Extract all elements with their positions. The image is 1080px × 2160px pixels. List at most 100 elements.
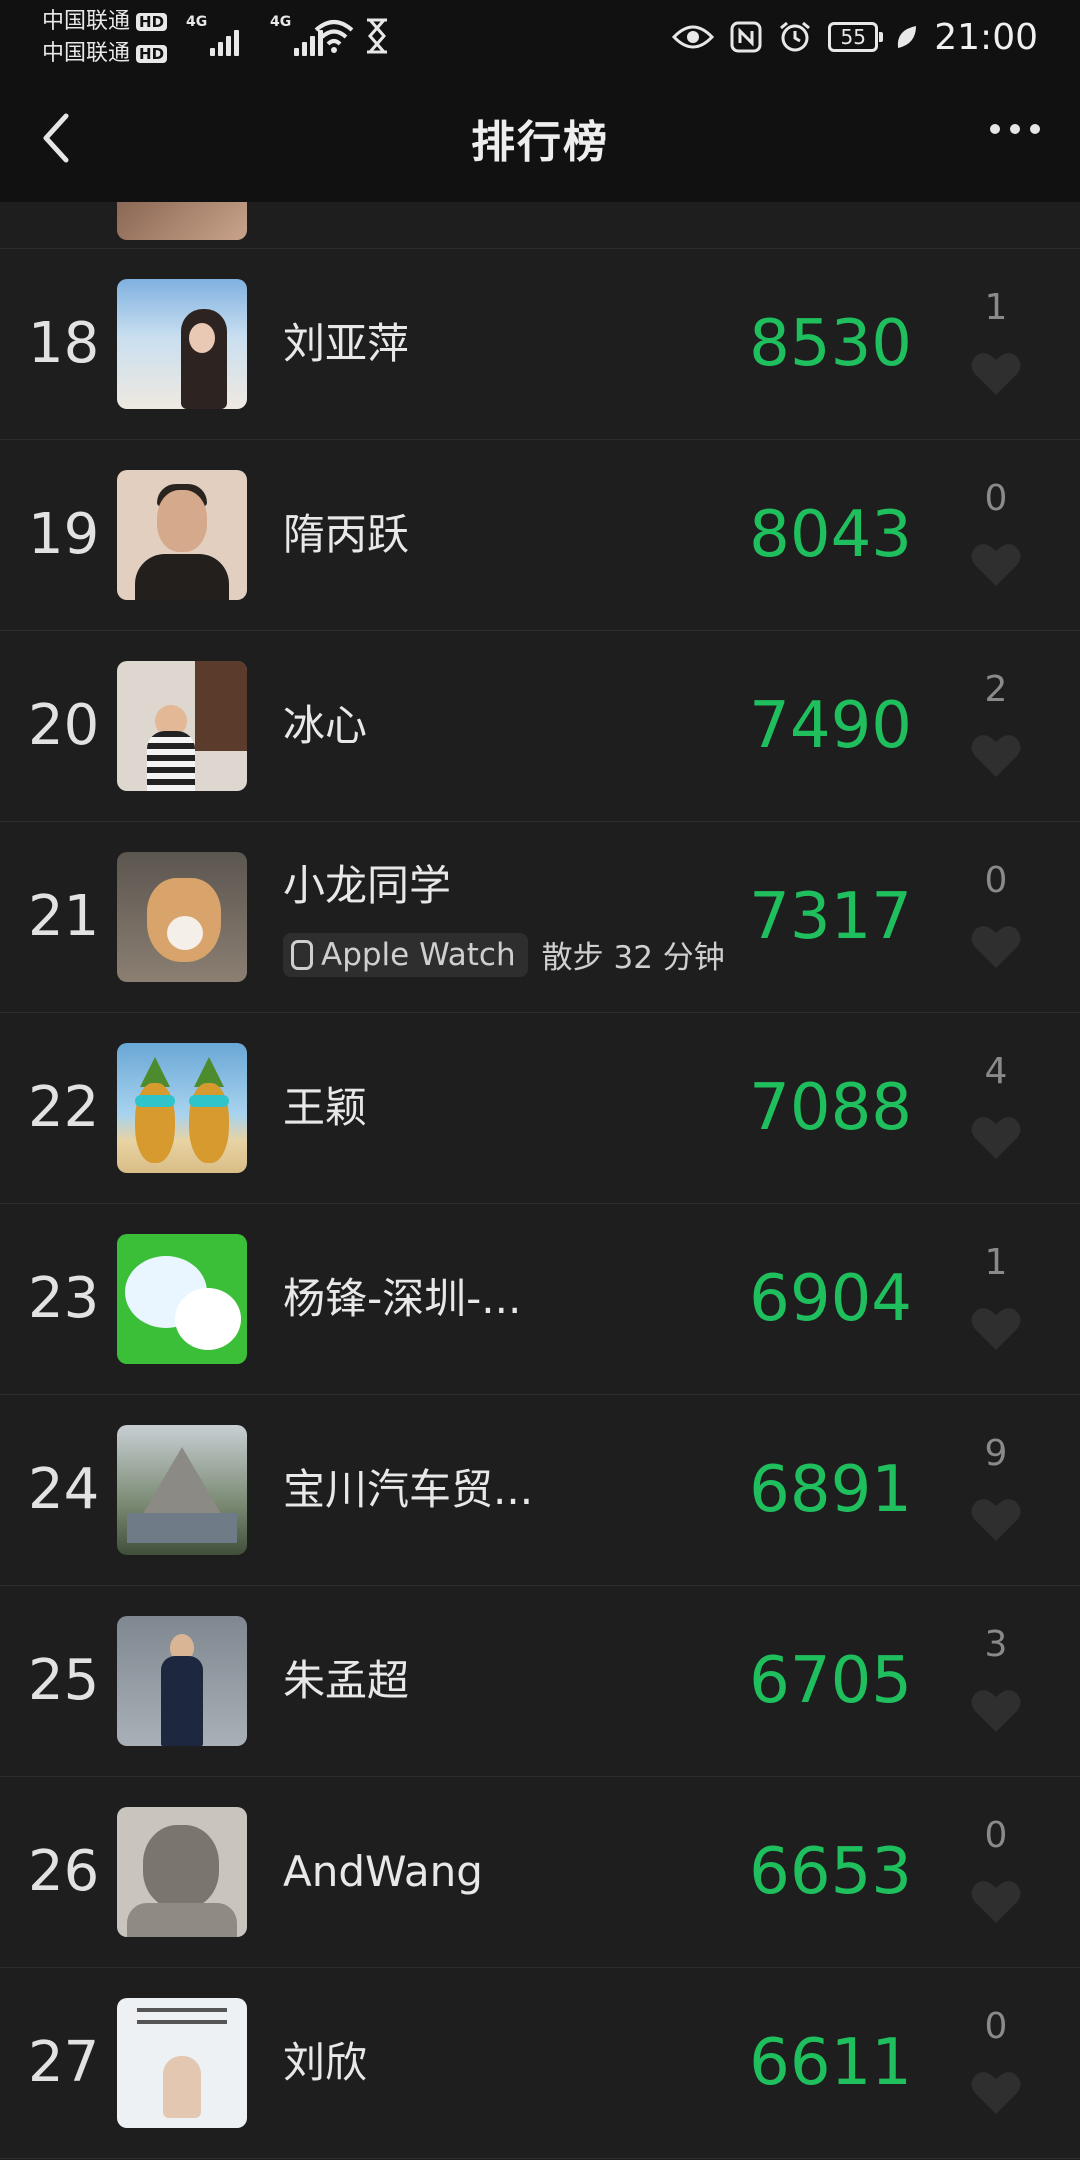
like-button[interactable] — [970, 922, 1022, 970]
status-bar: 中国联通 HD 中国联通 HD 4G 4G 55 21:00 — [0, 0, 1080, 74]
page-title: 排行榜 — [471, 117, 609, 168]
ranking-row[interactable]: 26 AndWang 6653 0 — [0, 1777, 1080, 1968]
header: 排行榜 — [0, 74, 1080, 202]
wifi-icon — [314, 20, 354, 53]
activity-text: 散步 32 分钟 — [541, 940, 725, 976]
ranking-row[interactable]: 25 朱孟超 6705 3 — [0, 1586, 1080, 1777]
step-count: 6891 — [749, 1453, 912, 1527]
clock: 21:00 — [934, 16, 1038, 58]
ranking-row[interactable]: 27 刘欣 6611 0 — [0, 1968, 1080, 2159]
step-count: 6611 — [749, 2026, 912, 2100]
avatar[interactable] — [117, 852, 247, 982]
ranking-row[interactable]: 23 杨锋-深圳-... 6904 1 — [0, 1204, 1080, 1395]
step-count: 8043 — [749, 498, 912, 572]
like-button[interactable] — [970, 2068, 1022, 2116]
list-item[interactable] — [0, 202, 1080, 249]
hd-badge: HD — [136, 45, 168, 63]
user-name: 小龙同学 — [283, 861, 452, 910]
ranking-row[interactable]: 24 宝川汽车贸... 6891 9 — [0, 1395, 1080, 1586]
alarm-icon — [780, 21, 811, 52]
device-name: Apple Watch — [321, 936, 516, 973]
avatar[interactable] — [117, 279, 247, 409]
heart-icon — [971, 1499, 1021, 1541]
battery-icon: 55 — [828, 22, 884, 52]
avatar[interactable] — [117, 1234, 247, 1364]
like-count: 4 — [984, 1051, 1008, 1092]
avatar[interactable] — [117, 470, 247, 600]
like-button[interactable] — [970, 1495, 1022, 1543]
like-count: 0 — [984, 1815, 1008, 1856]
user-name: 朱孟超 — [283, 1656, 410, 1705]
step-count: 6705 — [749, 1644, 912, 1718]
hourglass-icon — [367, 18, 387, 54]
rank-number: 19 — [28, 502, 100, 567]
step-count: 7088 — [749, 1071, 912, 1145]
step-count: 8530 — [749, 307, 912, 381]
user-name: 刘亚萍 — [283, 319, 410, 368]
step-count: 7490 — [749, 689, 912, 763]
step-count: 6653 — [749, 1835, 912, 1909]
eye-icon — [672, 25, 715, 49]
heart-icon — [971, 353, 1021, 395]
like-button[interactable] — [970, 1113, 1022, 1161]
signal-icon: 4G — [186, 14, 242, 56]
heart-icon — [971, 2072, 1021, 2114]
heart-icon — [971, 1881, 1021, 1923]
user-name: 隋丙跃 — [283, 510, 410, 559]
ranking-row[interactable]: 21 小龙同学 Apple Watch 散步 32 分钟 7317 0 — [0, 822, 1080, 1013]
heart-icon — [971, 1117, 1021, 1159]
avatar[interactable] — [117, 1616, 247, 1746]
rank-number: 25 — [28, 1648, 100, 1713]
rank-number: 18 — [28, 311, 100, 376]
user-name: 刘欣 — [283, 2038, 368, 2087]
avatar[interactable] — [117, 1425, 247, 1555]
device-info: Apple Watch 散步 32 分钟 — [283, 932, 725, 977]
more-icon — [990, 124, 1000, 134]
like-count: 0 — [984, 478, 1008, 519]
rank-number: 26 — [28, 1839, 100, 1904]
avatar[interactable] — [117, 1998, 247, 2128]
chevron-left-icon — [43, 113, 69, 163]
heart-icon — [971, 544, 1021, 586]
rank-number: 23 — [28, 1266, 100, 1331]
like-button[interactable] — [970, 349, 1022, 397]
avatar — [117, 202, 247, 240]
rank-number: 20 — [28, 693, 100, 758]
heart-icon — [971, 926, 1021, 968]
like-count: 3 — [984, 1624, 1008, 1665]
heart-icon — [971, 1690, 1021, 1732]
step-count: 6904 — [749, 1262, 912, 1336]
user-name: 杨锋-深圳-... — [283, 1274, 522, 1323]
ranking-row[interactable]: 18 刘亚萍 8530 1 — [0, 249, 1080, 440]
like-button[interactable] — [970, 1686, 1022, 1734]
rank-number: 24 — [28, 1457, 100, 1522]
heart-icon — [971, 735, 1021, 777]
device-badge: Apple Watch — [283, 932, 528, 977]
ranking-row[interactable]: 19 隋丙跃 8043 0 — [0, 440, 1080, 631]
rank-number: 22 — [28, 1075, 100, 1140]
like-button[interactable] — [970, 1877, 1022, 1925]
back-button[interactable] — [34, 108, 78, 168]
ranking-row[interactable]: 22 王颖 7088 4 — [0, 1013, 1080, 1204]
like-count: 0 — [984, 860, 1008, 901]
like-button[interactable] — [970, 731, 1022, 779]
like-count: 1 — [984, 1242, 1008, 1283]
ranking-list[interactable]: 18 刘亚萍 8530 1 19 隋丙跃 8043 0 20 冰心 7490 2… — [0, 202, 1080, 2160]
more-button[interactable] — [990, 124, 1040, 134]
nfc-icon — [730, 21, 762, 53]
carrier-name-2: 中国联通 — [42, 41, 131, 66]
avatar[interactable] — [117, 1807, 247, 1937]
watch-icon — [291, 939, 313, 970]
like-button[interactable] — [970, 540, 1022, 588]
like-count: 1 — [984, 287, 1008, 328]
like-button[interactable] — [970, 1304, 1022, 1352]
rank-number: 21 — [28, 884, 100, 949]
ranking-row[interactable]: 20 冰心 7490 2 — [0, 631, 1080, 822]
like-count: 2 — [984, 669, 1008, 710]
avatar[interactable] — [117, 661, 247, 791]
avatar[interactable] — [117, 1043, 247, 1173]
user-name: 王颖 — [283, 1083, 368, 1132]
user-name: AndWang — [283, 1847, 483, 1896]
step-count: 7317 — [749, 880, 912, 954]
user-name: 冰心 — [283, 701, 368, 750]
